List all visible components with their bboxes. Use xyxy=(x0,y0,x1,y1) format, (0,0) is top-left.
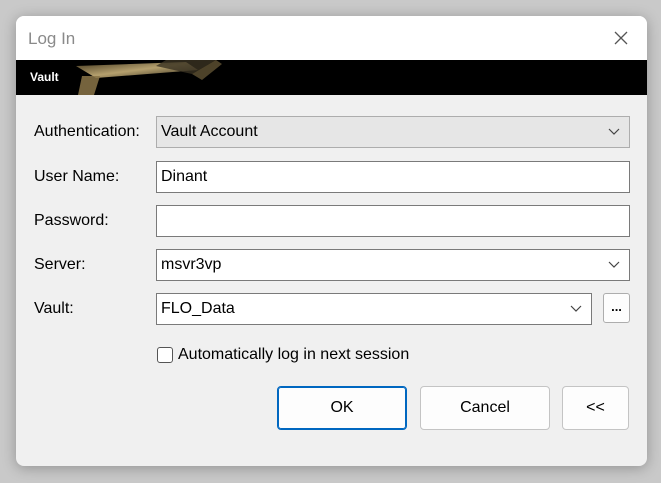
authentication-label: Authentication: xyxy=(34,123,140,140)
chevron-down-icon[interactable] xyxy=(569,302,583,316)
server-value: msvr3vp xyxy=(161,256,222,273)
title-bar: Log In xyxy=(16,16,647,60)
username-value: Dinant xyxy=(161,168,208,185)
password-input[interactable] xyxy=(156,205,630,237)
auto-login-label[interactable]: Automatically log in next session xyxy=(178,346,409,364)
chevron-down-icon[interactable] xyxy=(607,258,621,272)
banner-label: Vault xyxy=(30,70,59,84)
window-title: Log In xyxy=(28,29,76,48)
vault-browse-button[interactable]: ... xyxy=(603,293,630,323)
vault-banner: Vault xyxy=(16,60,647,95)
auto-login-checkbox[interactable] xyxy=(157,347,173,363)
server-label: Server: xyxy=(34,256,86,273)
password-label: Password: xyxy=(34,212,109,229)
vault-label: Vault: xyxy=(34,300,74,317)
close-icon xyxy=(614,31,628,45)
vault-combobox[interactable]: FLO_Data xyxy=(156,293,592,325)
cancel-button[interactable]: Cancel xyxy=(420,386,550,430)
server-combobox[interactable]: msvr3vp xyxy=(156,249,630,281)
ok-button[interactable]: OK xyxy=(277,386,407,430)
username-label: User Name: xyxy=(34,168,120,185)
collapse-button[interactable]: << xyxy=(562,386,629,430)
vault-value: FLO_Data xyxy=(161,300,235,317)
close-button[interactable] xyxy=(609,26,633,50)
auto-login-option[interactable]: Automatically log in next session xyxy=(157,346,409,364)
authentication-value: Vault Account xyxy=(161,123,258,140)
username-input[interactable]: Dinant xyxy=(156,161,630,193)
chevron-down-icon xyxy=(607,125,621,139)
login-dialog: Log In Vault Authentication: Vault Accou… xyxy=(16,16,647,466)
authentication-select[interactable]: Vault Account xyxy=(156,116,630,148)
